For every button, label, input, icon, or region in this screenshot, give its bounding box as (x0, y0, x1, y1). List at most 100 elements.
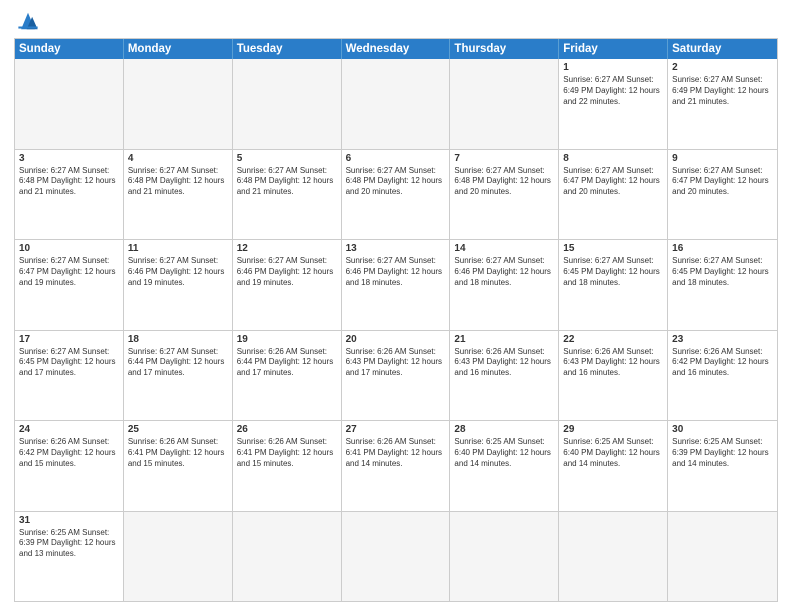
day-number: 8 (563, 153, 663, 164)
calendar-cell (124, 59, 233, 149)
calendar-cell: 5 Sunrise: 6:27 AM Sunset: 6:48 PM Daylig… (233, 150, 342, 240)
calendar-cell: 12 Sunrise: 6:27 AM Sunset: 6:46 PM Dayli… (233, 240, 342, 330)
calendar-header: SundayMondayTuesdayWednesdayThursdayFrid… (15, 39, 777, 59)
calendar-cell: 18 Sunrise: 6:27 AM Sunset: 6:44 PM Dayli… (124, 331, 233, 421)
day-info: Sunrise: 6:27 AM Sunset: 6:48 PM Dayligh… (454, 166, 554, 198)
calendar: SundayMondayTuesdayWednesdayThursdayFrid… (14, 38, 778, 602)
day-number: 12 (237, 243, 337, 254)
calendar-cell: 4 Sunrise: 6:27 AM Sunset: 6:48 PM Daylig… (124, 150, 233, 240)
calendar-cell: 11Sunrise: 6:27 AM Sunset: 6:46 PM Dayli… (124, 240, 233, 330)
day-info: Sunrise: 6:26 AM Sunset: 6:42 PM Dayligh… (672, 347, 773, 379)
day-number: 5 (237, 153, 337, 164)
day-number: 19 (237, 334, 337, 345)
calendar-cell: 29 Sunrise: 6:25 AM Sunset: 6:40 PM Dayli… (559, 421, 668, 511)
day-number: 18 (128, 334, 228, 345)
day-number: 4 (128, 153, 228, 164)
day-info: Sunrise: 6:25 AM Sunset: 6:39 PM Dayligh… (672, 437, 773, 469)
day-info: Sunrise: 6:25 AM Sunset: 6:40 PM Dayligh… (563, 437, 663, 469)
calendar-row-4: 24Sunrise: 6:26 AM Sunset: 6:42 PM Dayli… (15, 420, 777, 511)
day-info: Sunrise: 6:25 AM Sunset: 6:40 PM Dayligh… (454, 437, 554, 469)
calendar-cell: 24Sunrise: 6:26 AM Sunset: 6:42 PM Dayli… (15, 421, 124, 511)
day-number: 2 (672, 62, 773, 73)
day-info: Sunrise: 6:27 AM Sunset: 6:45 PM Dayligh… (672, 256, 773, 288)
calendar-cell: 31 Sunrise: 6:25 AM Sunset: 6:39 PM Dayli… (15, 512, 124, 602)
day-number: 14 (454, 243, 554, 254)
day-number: 30 (672, 424, 773, 435)
day-info: Sunrise: 6:26 AM Sunset: 6:41 PM Dayligh… (128, 437, 228, 469)
calendar-row-3: 17Sunrise: 6:27 AM Sunset: 6:45 PM Dayli… (15, 330, 777, 421)
day-info: Sunrise: 6:27 AM Sunset: 6:47 PM Dayligh… (563, 166, 663, 198)
day-number: 21 (454, 334, 554, 345)
generalblue-icon (14, 10, 42, 32)
calendar-cell: 21Sunrise: 6:26 AM Sunset: 6:43 PM Dayli… (450, 331, 559, 421)
weekday-header-wednesday: Wednesday (342, 39, 451, 59)
calendar-cell (15, 59, 124, 149)
day-info: Sunrise: 6:26 AM Sunset: 6:43 PM Dayligh… (563, 347, 663, 379)
day-number: 3 (19, 153, 119, 164)
day-info: Sunrise: 6:26 AM Sunset: 6:44 PM Dayligh… (237, 347, 337, 379)
day-number: 26 (237, 424, 337, 435)
day-info: Sunrise: 6:26 AM Sunset: 6:41 PM Dayligh… (237, 437, 337, 469)
day-info: Sunrise: 6:27 AM Sunset: 6:46 PM Dayligh… (237, 256, 337, 288)
weekday-header-sunday: Sunday (15, 39, 124, 59)
day-number: 7 (454, 153, 554, 164)
day-info: Sunrise: 6:27 AM Sunset: 6:48 PM Dayligh… (346, 166, 446, 198)
day-number: 13 (346, 243, 446, 254)
day-number: 23 (672, 334, 773, 345)
page: SundayMondayTuesdayWednesdayThursdayFrid… (0, 0, 792, 612)
day-number: 27 (346, 424, 446, 435)
day-info: Sunrise: 6:26 AM Sunset: 6:42 PM Dayligh… (19, 437, 119, 469)
calendar-cell: 2 Sunrise: 6:27 AM Sunset: 6:49 PM Daylig… (668, 59, 777, 149)
calendar-cell: 3 Sunrise: 6:27 AM Sunset: 6:48 PM Daylig… (15, 150, 124, 240)
calendar-cell: 16 Sunrise: 6:27 AM Sunset: 6:45 PM Dayli… (668, 240, 777, 330)
calendar-cell: 22 Sunrise: 6:26 AM Sunset: 6:43 PM Dayli… (559, 331, 668, 421)
calendar-cell: 28 Sunrise: 6:25 AM Sunset: 6:40 PM Dayli… (450, 421, 559, 511)
day-number: 1 (563, 62, 663, 73)
day-info: Sunrise: 6:27 AM Sunset: 6:47 PM Dayligh… (19, 256, 119, 288)
calendar-cell: 13Sunrise: 6:27 AM Sunset: 6:46 PM Dayli… (342, 240, 451, 330)
logo (14, 10, 46, 32)
calendar-cell (559, 512, 668, 602)
day-number: 25 (128, 424, 228, 435)
day-info: Sunrise: 6:27 AM Sunset: 6:48 PM Dayligh… (128, 166, 228, 198)
day-number: 22 (563, 334, 663, 345)
calendar-row-2: 10 Sunrise: 6:27 AM Sunset: 6:47 PM Dayli… (15, 239, 777, 330)
day-info: Sunrise: 6:27 AM Sunset: 6:48 PM Dayligh… (237, 166, 337, 198)
calendar-row-5: 31 Sunrise: 6:25 AM Sunset: 6:39 PM Dayli… (15, 511, 777, 602)
calendar-cell: 7 Sunrise: 6:27 AM Sunset: 6:48 PM Daylig… (450, 150, 559, 240)
day-number: 20 (346, 334, 446, 345)
calendar-cell (233, 512, 342, 602)
day-number: 11 (128, 243, 228, 254)
weekday-header-tuesday: Tuesday (233, 39, 342, 59)
calendar-cell (342, 512, 451, 602)
day-info: Sunrise: 6:27 AM Sunset: 6:49 PM Dayligh… (672, 75, 773, 107)
day-number: 16 (672, 243, 773, 254)
calendar-cell: 26 Sunrise: 6:26 AM Sunset: 6:41 PM Dayli… (233, 421, 342, 511)
calendar-cell: 17Sunrise: 6:27 AM Sunset: 6:45 PM Dayli… (15, 331, 124, 421)
calendar-cell (668, 512, 777, 602)
day-info: Sunrise: 6:26 AM Sunset: 6:43 PM Dayligh… (346, 347, 446, 379)
calendar-cell (450, 59, 559, 149)
weekday-header-saturday: Saturday (668, 39, 777, 59)
calendar-row-1: 3 Sunrise: 6:27 AM Sunset: 6:48 PM Daylig… (15, 149, 777, 240)
calendar-cell: 9Sunrise: 6:27 AM Sunset: 6:47 PM Daylig… (668, 150, 777, 240)
day-number: 28 (454, 424, 554, 435)
day-info: Sunrise: 6:27 AM Sunset: 6:48 PM Dayligh… (19, 166, 119, 198)
day-info: Sunrise: 6:26 AM Sunset: 6:41 PM Dayligh… (346, 437, 446, 469)
day-number: 31 (19, 515, 119, 526)
day-info: Sunrise: 6:27 AM Sunset: 6:46 PM Dayligh… (454, 256, 554, 288)
calendar-body: 1 Sunrise: 6:27 AM Sunset: 6:49 PM Daylig… (15, 59, 777, 601)
day-number: 29 (563, 424, 663, 435)
day-number: 15 (563, 243, 663, 254)
day-info: Sunrise: 6:25 AM Sunset: 6:39 PM Dayligh… (19, 528, 119, 560)
calendar-row-0: 1 Sunrise: 6:27 AM Sunset: 6:49 PM Daylig… (15, 59, 777, 149)
day-info: Sunrise: 6:27 AM Sunset: 6:44 PM Dayligh… (128, 347, 228, 379)
calendar-cell (450, 512, 559, 602)
day-number: 10 (19, 243, 119, 254)
day-info: Sunrise: 6:27 AM Sunset: 6:47 PM Dayligh… (672, 166, 773, 198)
calendar-cell: 20 Sunrise: 6:26 AM Sunset: 6:43 PM Dayli… (342, 331, 451, 421)
day-info: Sunrise: 6:27 AM Sunset: 6:49 PM Dayligh… (563, 75, 663, 107)
day-info: Sunrise: 6:27 AM Sunset: 6:45 PM Dayligh… (563, 256, 663, 288)
day-number: 17 (19, 334, 119, 345)
calendar-cell (124, 512, 233, 602)
